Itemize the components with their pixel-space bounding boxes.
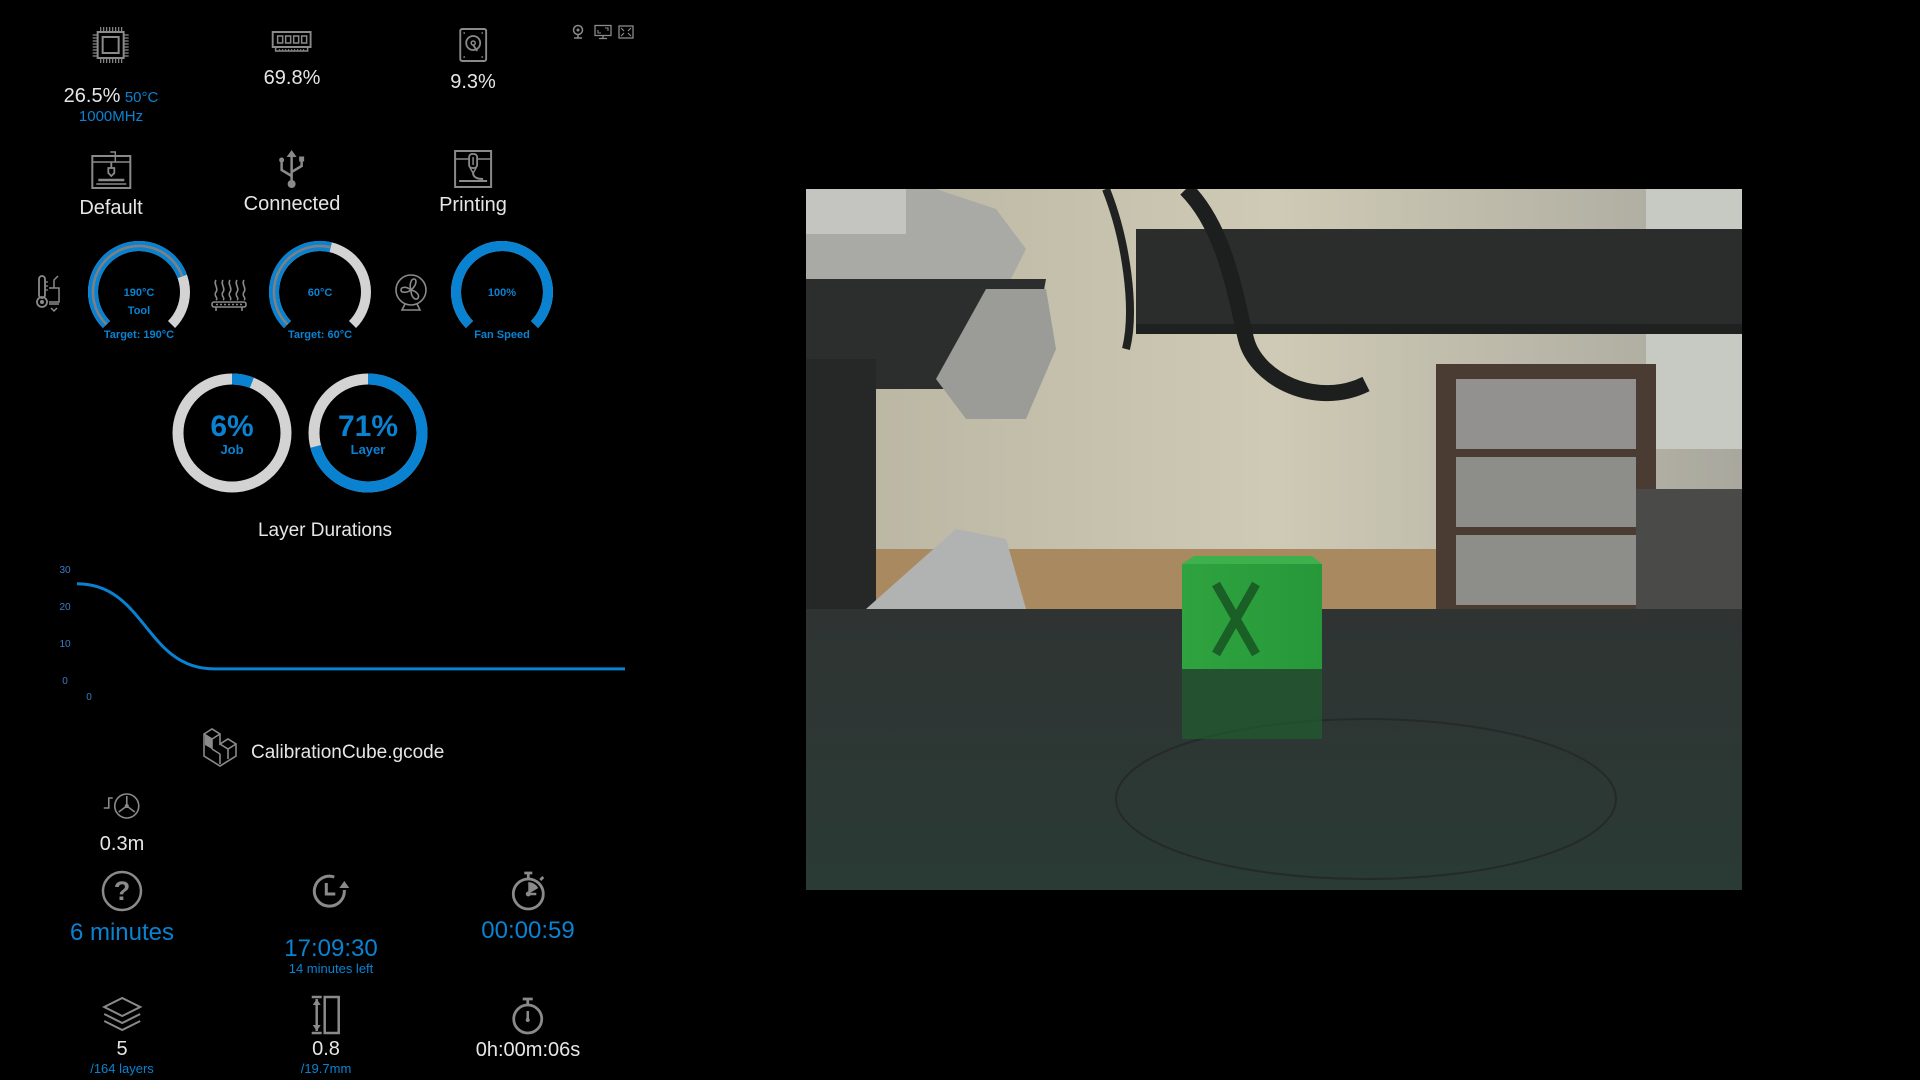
y-tick-label: 20 bbox=[59, 602, 71, 613]
cpu-stat: 26.5% 50°C 1000MHz bbox=[63, 26, 159, 125]
clock-restore-icon bbox=[310, 872, 352, 912]
print-time-estimate: ? 6 minutes bbox=[70, 870, 174, 947]
tool-temp-target: Target: 190°C bbox=[104, 329, 174, 341]
bed-temperature-gauge: 60°C Target: 60°C bbox=[269, 241, 371, 341]
connection-status-label: Connected bbox=[243, 193, 341, 215]
file-info: CalibrationCube.gcode bbox=[201, 727, 444, 767]
job-progress-label: Job bbox=[220, 442, 243, 457]
print-eta: 17:09:30 14 minutes left bbox=[284, 872, 378, 976]
stopwatch-icon bbox=[508, 870, 548, 912]
layer-time-value: 0h:00m:06s bbox=[475, 1039, 581, 1061]
memory-stat: 69.8% bbox=[263, 30, 321, 90]
x-tick-label: 0 bbox=[86, 692, 92, 703]
height-icon bbox=[309, 995, 343, 1035]
cpu-usage: 26.5% bbox=[63, 85, 121, 107]
chart-series-line bbox=[76, 582, 625, 671]
gauge-value-arc bbox=[451, 241, 553, 329]
memory-usage: 69.8% bbox=[263, 67, 321, 89]
layers-icon bbox=[101, 995, 143, 1033]
filament-value: 0.3m bbox=[99, 833, 145, 855]
job-progress-ring: 6% Job bbox=[172, 373, 292, 493]
elapsed-value: 00:00:59 bbox=[481, 917, 575, 944]
tool-temp-value: 190°C bbox=[124, 287, 155, 299]
layer-durations-chart: 0 10 20 30 0 bbox=[59, 565, 626, 703]
layer-progress-label: Layer bbox=[351, 442, 386, 457]
current-layer: 5 bbox=[116, 1038, 128, 1060]
tool-temperature-gauge: 190°C Tool Target: 190°C bbox=[88, 241, 190, 341]
tool-gauge-name: Tool bbox=[128, 305, 150, 317]
printer-icon bbox=[90, 150, 132, 190]
printer-state-label: Printing bbox=[439, 194, 507, 216]
screen-icon[interactable] bbox=[594, 24, 612, 40]
gauge-value-arc bbox=[269, 241, 332, 329]
file-name: CalibrationCube.gcode bbox=[251, 742, 445, 763]
y-tick-label: 0 bbox=[62, 676, 68, 687]
fullscreen-icon[interactable] bbox=[618, 24, 636, 40]
cpu-freq: 1000MHz bbox=[78, 108, 144, 125]
disk-stat: 9.3% bbox=[450, 28, 496, 94]
usb-icon bbox=[276, 148, 308, 190]
fan-speed-label: Fan Speed bbox=[474, 329, 530, 341]
heated-bed-icon bbox=[210, 278, 248, 314]
fan-speed-value: 100% bbox=[488, 287, 516, 299]
cpu-temp: 50°C bbox=[124, 89, 159, 106]
filament-icon bbox=[102, 792, 142, 822]
printer-profile[interactable]: Default bbox=[79, 150, 143, 220]
eta-remaining: 14 minutes left bbox=[288, 961, 374, 976]
webcam-icon[interactable] bbox=[570, 24, 588, 40]
bed-temp-value: 60°C bbox=[308, 287, 333, 299]
disk-usage: 9.3% bbox=[450, 71, 496, 93]
total-layers: /164 layers bbox=[90, 1061, 154, 1076]
memory-icon bbox=[272, 30, 312, 54]
layer-count: 5 /164 layers bbox=[90, 995, 154, 1076]
svg-text:?: ? bbox=[114, 876, 131, 906]
view-toolbar bbox=[570, 24, 636, 40]
hard-disk-icon bbox=[459, 28, 487, 62]
eta-value: 17:09:30 bbox=[284, 935, 378, 962]
question-icon: ? bbox=[101, 870, 143, 912]
hotend-temperature-icon bbox=[33, 272, 63, 314]
printing-icon bbox=[453, 149, 493, 189]
connection-status[interactable]: Connected bbox=[243, 148, 341, 216]
layer-time: 0h:00m:06s bbox=[475, 996, 581, 1062]
printer-state: Printing bbox=[439, 149, 507, 217]
total-height: /19.7mm bbox=[300, 1061, 352, 1076]
cpu-icon bbox=[92, 26, 130, 64]
y-tick-label: 10 bbox=[59, 639, 71, 650]
filament-used: 0.3m bbox=[100, 792, 144, 856]
chart-title: Layer Durations bbox=[257, 520, 393, 541]
print-elapsed: 00:00:59 bbox=[481, 870, 575, 945]
estimate-value: 6 minutes bbox=[69, 919, 175, 946]
bed-temp-target: Target: 60°C bbox=[288, 329, 352, 341]
printer-profile-label: Default bbox=[79, 197, 143, 219]
layer-progress-value: 71% bbox=[338, 410, 398, 443]
y-tick-label: 30 bbox=[59, 565, 71, 576]
model-icon bbox=[201, 727, 237, 767]
webcam-image bbox=[806, 189, 1742, 890]
job-progress-value: 6% bbox=[210, 410, 253, 443]
print-height: 0.8 /19.7mm bbox=[300, 995, 352, 1076]
webcam-stream[interactable] bbox=[806, 189, 1742, 890]
fan-speed-gauge: 100% Fan Speed bbox=[451, 241, 553, 341]
ring-value-arc bbox=[231, 373, 254, 388]
fan-icon bbox=[391, 272, 431, 312]
layer-progress-ring: 71% Layer bbox=[308, 373, 428, 493]
current-height: 0.8 bbox=[312, 1038, 340, 1060]
timer-icon bbox=[510, 996, 546, 1036]
